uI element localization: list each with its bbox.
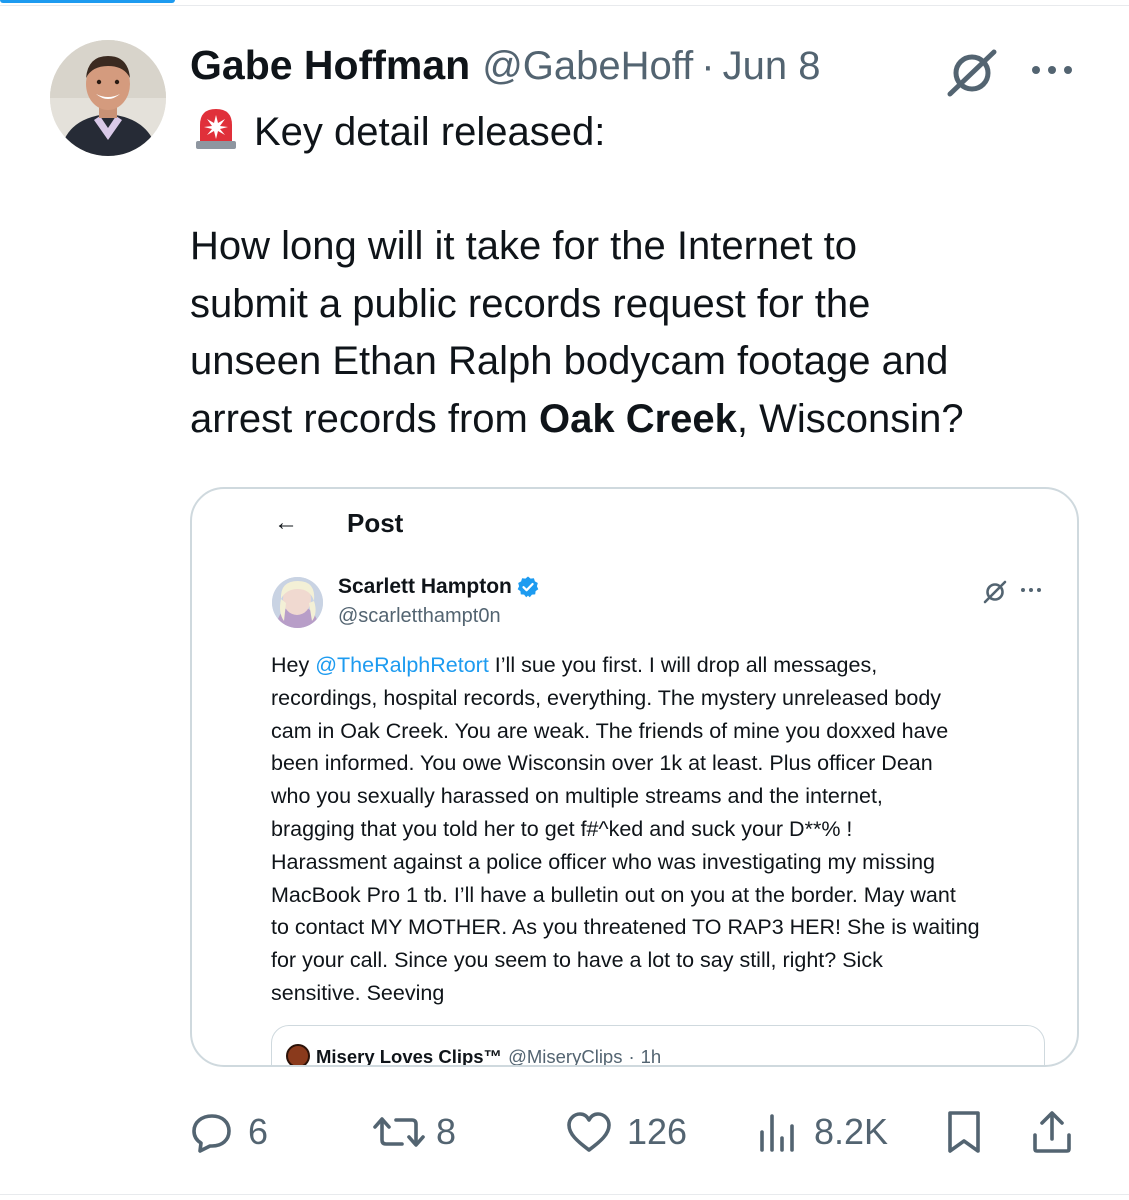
quoted-text-line: Hey @TheRalphRetort I’ll sue you first. … — [271, 649, 1061, 682]
body-line: submit a public records request for the — [190, 281, 871, 326]
body-line-last: arrest records from Oak Creek, Wisconsin… — [190, 391, 1090, 449]
repost-count: 8 — [436, 1111, 457, 1152]
share-icon — [1033, 1111, 1071, 1153]
nested-author-name: Misery Loves Clips™ — [316, 1046, 503, 1067]
like-count: 126 — [627, 1111, 688, 1152]
heart-icon — [567, 1112, 611, 1152]
quoted-text-line: for your call. Since you seem to have a … — [271, 948, 883, 973]
reply-icon — [192, 1114, 231, 1153]
quoted-line1-suffix: I’ll sue you first. I will drop all mess… — [488, 653, 878, 677]
post-body: Key detail released: How long will it ta… — [190, 103, 1090, 448]
grok-icon[interactable] — [944, 46, 1000, 98]
author-name[interactable]: Gabe Hoffman — [190, 42, 470, 89]
author-avatar[interactable] — [50, 40, 166, 156]
bottom-divider — [0, 1194, 1129, 1195]
nested-separator: · — [628, 1046, 635, 1067]
police-light-emoji-icon — [190, 103, 242, 151]
quoted-text-line: who you sexually harassed on multiple st… — [271, 784, 883, 809]
views-chart-icon — [760, 1114, 794, 1152]
body-last-suffix: , Wisconsin? — [736, 396, 964, 441]
back-arrow-icon: ← — [274, 509, 298, 536]
quoted-text-line: MacBook Pro 1 tb. I’ll have a bulletin o… — [271, 882, 956, 907]
quoted-text-line: recordings, hospital records, everything… — [271, 685, 942, 710]
body-line: How long will it take for the Internet t… — [190, 224, 857, 268]
body-bold-location: Oak Creek — [538, 396, 737, 441]
more-options-icon[interactable] — [1028, 52, 1078, 88]
action-bar: 6 8 126 8.2K — [0, 1100, 1129, 1170]
quoted-text-line: bragging that you told her to get f#^ked… — [271, 816, 853, 841]
embedded-screenshot[interactable]: ← Post Scarlett Hampton @scarletthampt0n — [190, 487, 1079, 1067]
quoted-text-line: cam in Oak Creek. You are weak. The frie… — [271, 718, 949, 743]
quoted-text-line: been informed. You owe Wisconsin over 1k… — [271, 751, 933, 776]
quoted-author-name: Scarlett Hampton — [338, 575, 512, 598]
header-separator: · — [701, 44, 715, 88]
embed-page-title: Post — [347, 508, 404, 538]
quoted-text-line: Harassment against a police officer who … — [271, 849, 936, 874]
bookmark-button[interactable] — [944, 1100, 984, 1164]
nested-name-row: Misery Loves Clips™ @MiseryClips · 1h — [316, 1046, 662, 1067]
nested-quote-card: Misery Loves Clips™ @MiseryClips · 1h — [271, 1025, 1045, 1067]
like-button[interactable]: 126 — [565, 1100, 687, 1164]
quoted-more-icon — [1018, 582, 1044, 598]
active-tab-indicator — [0, 0, 175, 3]
quoted-avatar — [272, 577, 323, 628]
quoted-name-row: Scarlett Hampton — [338, 575, 540, 599]
quoted-line1-prefix: Hey — [271, 653, 316, 677]
reply-button[interactable]: 6 — [190, 1100, 268, 1164]
post-header: Gabe Hoffman @GabeHoff · Jun 8 — [190, 42, 820, 94]
views-button[interactable]: 8.2K — [756, 1100, 888, 1164]
post-date[interactable]: Jun 8 — [723, 44, 821, 89]
quoted-grok-icon — [982, 579, 1008, 605]
quoted-text-line: to contact MY MOTHER. As you threatened … — [271, 915, 980, 940]
nested-author-handle: @MiseryClips — [508, 1046, 623, 1067]
body-last-prefix: arrest records from — [190, 396, 539, 441]
quoted-text-line: sensitive. Seeving — [271, 980, 445, 1005]
nested-avatar — [286, 1044, 310, 1065]
views-count: 8.2K — [814, 1111, 889, 1152]
post-first-line: Key detail released: — [190, 103, 1090, 161]
share-button[interactable] — [1030, 1100, 1074, 1164]
verified-badge-icon — [517, 576, 539, 598]
reply-count: 6 — [248, 1111, 269, 1152]
post-first-line-text: Key detail released: — [254, 110, 606, 154]
repost-icon — [373, 1117, 425, 1147]
bookmark-icon — [948, 1111, 980, 1153]
repost-button[interactable]: 8 — [372, 1100, 456, 1164]
quoted-author-handle: @scarletthampt0n — [338, 605, 501, 627]
author-handle[interactable]: @GabeHoff — [482, 44, 693, 89]
body-line: unseen Ethan Ralph bodycam footage and — [190, 339, 949, 383]
nested-time: 1h — [640, 1046, 662, 1067]
quoted-post-text: Hey @TheRalphRetort I’ll sue you first. … — [271, 649, 1061, 1010]
mention-link: @TheRalphRetort — [315, 653, 489, 677]
